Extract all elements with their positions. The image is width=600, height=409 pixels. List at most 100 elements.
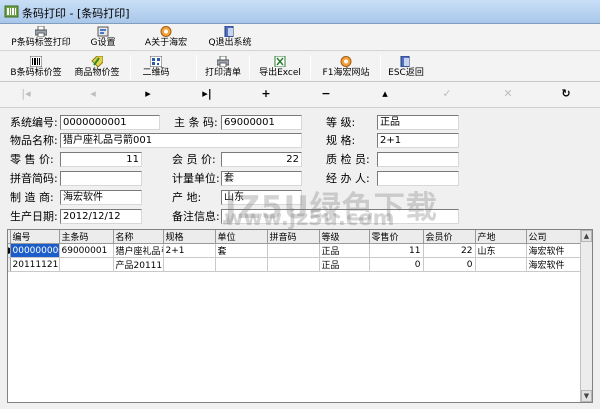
item-grid[interactable]: 编号 主条码 名称 规格 单位 拼音码 等级 零售价 会员价 产地 公司 ▶ 0… [7,229,593,403]
table-cell[interactable]: 22 [423,243,476,258]
table-cell[interactable]: 2+1 [163,243,216,258]
export-excel-button[interactable]: 导出Excel [257,52,303,81]
retail-price-field[interactable]: 11 [60,152,142,167]
column-header[interactable]: 拼音码 [267,230,320,244]
barcode-label-icon [30,56,42,67]
grid-header: 编号 主条码 名称 规格 单位 拼音码 等级 零售价 会员价 产地 公司 [8,230,582,244]
table-row[interactable]: ▶ 0000000001 69000001 猎户座礼品弓箭 2+1 套 正品 1… [8,243,582,258]
maker-label: 制 造 商: [10,191,54,204]
spec-field[interactable]: 2+1 [377,133,459,148]
exit-icon [224,26,234,37]
column-header[interactable]: 等级 [319,230,370,244]
return-icon [400,56,410,67]
settings-button[interactable]: G设置 [86,24,120,51]
record-navigator: |◂ ◂ ▸ ▸| + − ▴ ✓ ✕ ↻ [0,82,600,108]
app-icon [4,5,19,18]
barcode-label-print-button[interactable]: P条码标签打印 [8,24,74,51]
about-icon [160,26,172,37]
watermark-url: www.jz5u.com [224,206,395,230]
table-cell[interactable] [163,257,216,272]
column-header[interactable]: 主条码 [59,230,114,244]
production-date-label: 生产日期: [10,210,58,223]
table-cell[interactable]: 0000000001 [10,243,60,258]
member-price-label: 会 员 价: [172,153,216,166]
table-cell[interactable]: 正品 [319,243,370,258]
exit-system-button[interactable]: Q退出系统 [207,24,253,51]
table-cell[interactable] [215,257,268,272]
table-cell[interactable]: 11 [369,243,424,258]
website-button[interactable]: F1海宏网站 [318,52,374,81]
about-button[interactable]: A关于海宏 [143,24,189,51]
excel-icon [274,56,286,67]
main-toolbar: B条码标价签 商品物价签 二维码 打印清单 导出Excel F1海宏网站 ESC… [0,52,600,82]
top-toolbar: P条码标签打印 G设置 A关于海宏 Q退出系统 [0,24,600,51]
return-button[interactable]: ESC返回 [386,52,426,81]
nav-first-button[interactable]: |◂ [18,87,34,101]
column-header[interactable]: 会员价 [423,230,476,244]
settings-icon [97,26,109,37]
window-titlebar: 条码打印 - [条码打印] [0,0,600,24]
item-name-field[interactable]: 猎户座礼品弓箭001 [60,133,302,148]
column-header[interactable]: 规格 [163,230,216,244]
inspector-field[interactable] [377,152,459,167]
nav-prior-button[interactable]: ◂ [85,87,101,101]
item-table: 编号 主条码 名称 规格 单位 拼音码 等级 零售价 会员价 产地 公司 ▶ 0… [8,230,582,272]
spec-label: 规 格: [326,134,356,147]
table-cell[interactable]: 猎户座礼品弓箭 [113,243,164,258]
print-list-button[interactable]: 打印清单 [203,52,243,81]
table-cell[interactable]: 海宏软件 [526,257,582,272]
table-cell[interactable]: 正品 [319,257,370,272]
website-icon [340,56,352,67]
grade-field[interactable]: 正品 [377,115,459,130]
table-cell[interactable] [267,243,320,258]
retail-price-label: 零 售 价: [10,153,54,166]
table-cell[interactable]: 产品20111121 [113,257,164,272]
column-header[interactable]: 名称 [113,230,164,244]
nav-edit-button[interactable]: ▴ [377,87,393,101]
table-row[interactable]: 20111121200 产品20111121 正品 0 0 海宏软件 [8,257,582,272]
table-cell[interactable]: 山东 [475,243,527,258]
barcode-price-tag-button[interactable]: B条码标价签 [8,52,64,81]
table-cell[interactable]: 套 [215,243,268,258]
note-label: 备注信息: [172,210,220,223]
column-header[interactable]: 产地 [475,230,527,244]
nav-delete-button[interactable]: − [318,87,334,101]
price-tag-icon [91,56,103,67]
table-cell[interactable] [59,257,114,272]
table-cell[interactable]: 0 [369,257,424,272]
column-header[interactable]: 零售价 [369,230,424,244]
column-header[interactable]: 公司 [526,230,582,244]
table-cell[interactable]: 20111121200 [10,257,60,272]
barcode-field[interactable]: 69000001 [221,115,302,130]
table-cell[interactable]: 海宏软件 [526,243,582,258]
unit-label: 计量单位: [172,172,220,185]
nav-insert-button[interactable]: + [258,87,274,101]
nav-next-button[interactable]: ▸ [140,87,156,101]
qrcode-button[interactable]: 二维码 [139,52,173,81]
production-date-field[interactable]: 2012/12/12 [60,209,142,224]
item-name-label: 物品名称: [10,134,58,147]
nav-refresh-button[interactable]: ↻ [558,87,574,101]
print-list-icon [217,56,229,67]
maker-field[interactable]: 海宏软件 [60,190,142,205]
scroll-up-icon[interactable]: ▲ [581,230,592,242]
vertical-scrollbar[interactable]: ▲ ▼ [580,230,592,402]
system-no-field[interactable]: 0000000001 [60,115,160,130]
table-cell[interactable]: 0 [423,257,476,272]
nav-cancel-button[interactable]: ✕ [500,87,516,101]
qrcode-icon [150,56,162,67]
nav-last-button[interactable]: ▸| [199,87,215,101]
column-header[interactable]: 单位 [215,230,268,244]
nav-post-button[interactable]: ✓ [439,87,455,101]
window-title: 条码打印 - [条码打印] [22,7,130,20]
pinyin-field[interactable] [60,171,142,186]
table-cell[interactable] [267,257,320,272]
barcode-label: 主 条 码: [174,116,218,129]
table-cell[interactable] [475,257,527,272]
column-header[interactable]: 编号 [10,230,60,244]
table-cell[interactable]: 69000001 [59,243,114,258]
scroll-down-icon[interactable]: ▼ [581,390,592,402]
product-price-tag-button[interactable]: 商品物价签 [72,52,122,81]
member-price-field[interactable]: 22 [221,152,302,167]
origin-label: 产 地: [172,191,202,204]
